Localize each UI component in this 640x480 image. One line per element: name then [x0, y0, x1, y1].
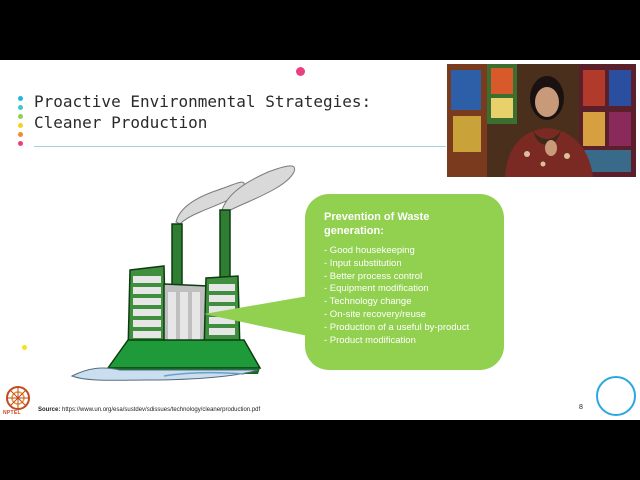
prevention-bubble: Prevention of Waste generation: - Good h…	[305, 194, 504, 370]
presenter-video-feed	[447, 64, 636, 177]
slide-title: Proactive Environmental Strategies: Clea…	[34, 91, 371, 133]
list-item: - Equipment modification	[324, 283, 429, 295]
factory-illustration-icon	[70, 165, 296, 381]
list-item: - Good housekeeping	[324, 245, 415, 256]
list-item: - Technology change	[324, 296, 412, 308]
accent-dot-icon	[18, 114, 23, 119]
slide-title-line: Cleaner Production	[34, 113, 208, 132]
list-item: - Product modification	[324, 334, 416, 346]
source-url[interactable]: https://www.un.org/esa/sustdev/sdissues/…	[62, 407, 260, 413]
accent-dot-icon	[18, 105, 23, 110]
list-item: - Better process control	[324, 270, 423, 282]
accent-dot-icon	[18, 141, 23, 146]
title-underline	[34, 146, 446, 147]
accent-dot-icon	[22, 345, 27, 350]
accent-dot-icon	[18, 96, 23, 101]
strategy-list: - Good housekeeping - Input substitution…	[324, 245, 490, 347]
list-item: - On-site recovery/reuse	[324, 308, 426, 320]
list-item: - Input substitution	[324, 257, 402, 269]
top-letterbox	[0, 0, 640, 60]
accent-dot-icon	[18, 132, 23, 137]
bubble-heading: Prevention of Waste generation:	[324, 210, 490, 238]
navigation-ring-icon[interactable]	[596, 376, 636, 416]
source-citation: Source: https://www.un.org/esa/sustdev/s…	[38, 407, 260, 413]
presenter-video	[447, 64, 636, 177]
slide-title-line: Proactive Environmental Strategies:	[34, 92, 372, 111]
accent-dot-icon	[296, 67, 305, 76]
page-number: 8	[579, 404, 583, 411]
accent-dot-icon	[18, 123, 23, 128]
nptel-logo-text: NPTEL	[3, 410, 21, 416]
bubble-heading-line: generation:	[324, 225, 384, 237]
source-label: Source:	[38, 407, 61, 413]
list-item: - Production of a useful by-product	[324, 321, 470, 333]
bubble-heading-line: Prevention of Waste	[324, 211, 430, 223]
bubble-pointer	[204, 296, 308, 336]
bottom-letterbox	[0, 420, 640, 480]
